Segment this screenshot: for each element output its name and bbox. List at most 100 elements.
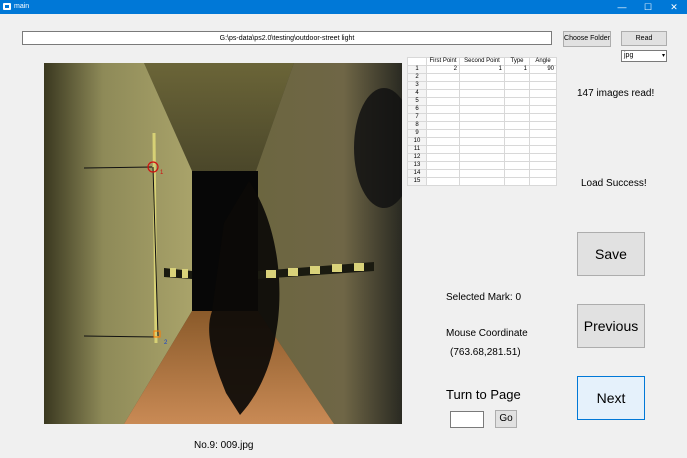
table-cell[interactable] [426, 89, 460, 98]
table-cell[interactable] [529, 177, 557, 186]
column-header[interactable]: Angle [529, 57, 557, 66]
table-row[interactable]: 15 [407, 177, 557, 186]
table-cell[interactable] [426, 97, 460, 106]
table-cell[interactable] [426, 177, 460, 186]
table-row[interactable]: 5 [407, 97, 557, 106]
table-cell[interactable] [529, 73, 557, 82]
table-cell[interactable] [426, 161, 460, 170]
table-cell[interactable]: 2 [426, 65, 460, 74]
row-number[interactable]: 4 [407, 89, 427, 98]
table-cell[interactable] [529, 121, 557, 130]
table-cell[interactable] [504, 145, 530, 154]
table-cell[interactable] [529, 105, 557, 114]
row-number[interactable]: 15 [407, 177, 427, 186]
table-row[interactable]: 4 [407, 89, 557, 98]
folder-path-field[interactable]: G:\ps-data\ps2.0\testing\outdoor-street … [22, 31, 552, 45]
row-number[interactable]: 7 [407, 113, 427, 122]
row-number[interactable]: 10 [407, 137, 427, 146]
table-row[interactable]: 11 [407, 145, 557, 154]
table-cell[interactable] [504, 121, 530, 130]
row-number[interactable]: 3 [407, 81, 427, 90]
previous-button[interactable]: Previous [577, 304, 645, 348]
table-cell[interactable] [529, 89, 557, 98]
minimize-button[interactable]: — [609, 0, 635, 14]
table-cell[interactable] [459, 153, 505, 162]
table-cell[interactable] [426, 113, 460, 122]
table-cell[interactable] [504, 73, 530, 82]
table-cell[interactable]: 90 [529, 65, 557, 74]
table-cell[interactable] [459, 121, 505, 130]
table-cell[interactable] [426, 137, 460, 146]
table-cell[interactable] [426, 169, 460, 178]
image-format-select[interactable]: jpg ▾ [621, 50, 667, 62]
table-cell[interactable] [504, 169, 530, 178]
table-cell[interactable] [459, 161, 505, 170]
table-cell[interactable] [459, 129, 505, 138]
marks-table[interactable]: First Point Second Point Type Angle 1 2 1 1 90 2… [407, 57, 557, 186]
table-cell[interactable] [504, 177, 530, 186]
table-cell[interactable] [504, 153, 530, 162]
table-cell[interactable] [459, 169, 505, 178]
table-row[interactable]: 7 [407, 113, 557, 122]
table-cell[interactable] [459, 177, 505, 186]
table-row[interactable]: 6 [407, 105, 557, 114]
table-cell[interactable]: 1 [459, 65, 505, 74]
table-cell[interactable] [504, 97, 530, 106]
table-row[interactable]: 9 [407, 129, 557, 138]
save-button[interactable]: Save [577, 232, 645, 276]
read-button[interactable]: Read [621, 31, 667, 46]
table-cell[interactable] [529, 81, 557, 90]
page-number-input[interactable] [450, 411, 484, 428]
table-cell[interactable] [459, 89, 505, 98]
table-row[interactable]: 3 [407, 81, 557, 90]
row-number[interactable]: 9 [407, 129, 427, 138]
table-cell[interactable]: 1 [504, 65, 530, 74]
table-row[interactable]: 14 [407, 169, 557, 178]
table-cell[interactable] [426, 129, 460, 138]
table-cell[interactable] [504, 129, 530, 138]
row-number[interactable]: 11 [407, 145, 427, 154]
table-row[interactable]: 1 2 1 1 90 [407, 65, 557, 74]
row-number[interactable]: 12 [407, 153, 427, 162]
table-cell[interactable] [426, 73, 460, 82]
table-cell[interactable] [529, 97, 557, 106]
table-row[interactable]: 12 [407, 153, 557, 162]
table-cell[interactable] [426, 121, 460, 130]
table-corner-header[interactable] [407, 57, 427, 66]
table-cell[interactable] [459, 105, 505, 114]
table-cell[interactable] [504, 105, 530, 114]
table-cell[interactable] [459, 97, 505, 106]
table-row[interactable]: 13 [407, 161, 557, 170]
table-cell[interactable] [504, 113, 530, 122]
table-cell[interactable] [504, 137, 530, 146]
row-number[interactable]: 13 [407, 161, 427, 170]
row-number[interactable]: 5 [407, 97, 427, 106]
close-button[interactable]: ✕ [661, 0, 687, 14]
table-row[interactable]: 10 [407, 137, 557, 146]
table-cell[interactable] [504, 161, 530, 170]
table-cell[interactable] [459, 137, 505, 146]
choose-folder-button[interactable]: Choose Folder [563, 31, 611, 47]
table-cell[interactable] [529, 169, 557, 178]
table-cell[interactable] [529, 129, 557, 138]
column-header[interactable]: Type [504, 57, 530, 66]
column-header[interactable]: First Point [426, 57, 460, 66]
table-cell[interactable] [459, 73, 505, 82]
row-number[interactable]: 1 [407, 65, 427, 74]
table-cell[interactable] [459, 81, 505, 90]
table-cell[interactable] [426, 145, 460, 154]
image-canvas[interactable]: 1 2 [44, 63, 402, 424]
table-cell[interactable] [529, 153, 557, 162]
table-cell[interactable] [459, 145, 505, 154]
go-button[interactable]: Go [495, 410, 517, 428]
table-row[interactable]: 2 [407, 73, 557, 82]
table-cell[interactable] [529, 113, 557, 122]
table-cell[interactable] [426, 105, 460, 114]
maximize-button[interactable]: ☐ [635, 0, 661, 14]
column-header[interactable]: Second Point [459, 57, 505, 66]
table-cell[interactable] [426, 153, 460, 162]
table-cell[interactable] [529, 137, 557, 146]
table-row[interactable]: 8 [407, 121, 557, 130]
table-cell[interactable] [529, 161, 557, 170]
row-number[interactable]: 6 [407, 105, 427, 114]
